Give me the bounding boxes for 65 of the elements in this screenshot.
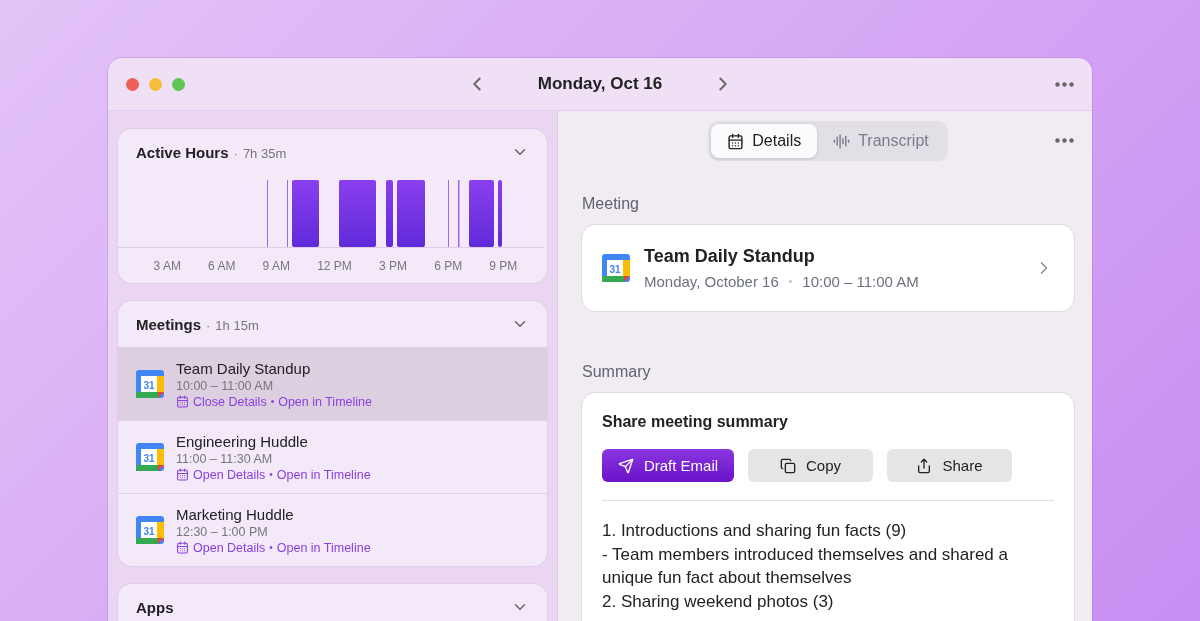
window-title: Monday, Oct 16 xyxy=(537,74,663,94)
share-icon xyxy=(916,457,933,474)
more-button[interactable] xyxy=(1055,138,1074,143)
calendar-icon xyxy=(176,541,189,554)
separator-dot: • xyxy=(269,542,273,553)
axis-label: 3 PM xyxy=(378,259,407,273)
meeting-item[interactable]: 31 Engineering Huddle 11:00 – 11:30 AM Open Details • Open in Timeline xyxy=(118,420,547,493)
calendar-icon xyxy=(176,468,189,481)
meeting-title: Team Daily Standup xyxy=(176,359,312,377)
calendar-app-icon: 31 xyxy=(136,443,164,471)
details-link[interactable]: Close Details xyxy=(193,394,267,409)
meeting-time: 12:30 – 1:00 PM xyxy=(176,524,269,539)
calendar-app-icon: 31 xyxy=(136,516,164,544)
section-total: 7h 35m xyxy=(242,145,287,161)
summary-line: 1. Introductions and sharing fun facts (9) xyxy=(602,520,908,542)
more-button[interactable] xyxy=(1055,81,1074,87)
meeting-title: Engineering Huddle xyxy=(176,432,309,450)
separator-dot: · xyxy=(233,145,238,161)
axis-label: 6 PM xyxy=(434,259,463,273)
send-icon xyxy=(617,457,634,474)
waveform-icon xyxy=(833,132,851,150)
email-button[interactable]: Draft Email xyxy=(602,449,734,482)
axis-label: 12 PM xyxy=(317,259,352,273)
timeline-link[interactable]: Open in Timeline xyxy=(278,394,372,409)
separator-dot: · xyxy=(206,317,211,333)
axis-label: 6 AM xyxy=(208,259,236,273)
share-button[interactable]: Share xyxy=(887,449,1012,482)
separator-dot: • xyxy=(270,396,275,407)
meeting-title: Marketing Huddle xyxy=(176,505,295,523)
summary-line: 2. Sharing weekend photos (3) xyxy=(602,590,835,613)
separator-dot: • xyxy=(788,276,793,287)
view-tab[interactable]: Details xyxy=(711,124,818,158)
copy-icon xyxy=(780,457,796,474)
meeting-time: 10:00 – 11:00 AM xyxy=(176,378,275,393)
meeting-title: Team Daily Standup xyxy=(644,246,816,267)
calendar-app-icon: 31 xyxy=(602,254,630,282)
details-link[interactable]: Open Details xyxy=(193,467,266,482)
meeting-time: 11:00 – 11:30 AM xyxy=(176,451,274,466)
summary-line: - Team members introduced themselves and shared a unique fun fact about themselves xyxy=(602,543,1009,589)
meeting-item[interactable]: 31 Team Daily Standup 10:00 – 11:00 AM Close Details • Open in Timeline xyxy=(118,347,547,420)
calendar-app-icon: 31 xyxy=(136,370,164,398)
close-button[interactable] xyxy=(126,77,139,91)
timeline-link[interactable]: Open in Timeline xyxy=(276,540,371,555)
copy-button[interactable]: Copy xyxy=(748,449,873,482)
timeline-link[interactable]: Open in Timeline xyxy=(276,467,371,482)
meeting-item[interactable]: 31 Marketing Huddle 12:30 – 1:00 PM Open Details • Open in Timeline xyxy=(118,493,547,566)
calendar-icon xyxy=(727,132,745,150)
separator-dot: • xyxy=(269,469,273,480)
section-heading: Summary xyxy=(582,363,652,381)
meeting-card[interactable]: 31 Team Daily Standup Monday, October 16 • 10:00 – 11:00 AM xyxy=(582,225,1074,311)
more-icon xyxy=(1055,81,1074,87)
section-title: Meetings xyxy=(136,315,201,333)
section-title: Apps xyxy=(136,598,174,616)
section-total: 1h 15m xyxy=(215,317,259,333)
meeting-time: 10:00 – 11:00 AM xyxy=(802,273,919,290)
details-link[interactable]: Open Details xyxy=(193,540,266,555)
more-icon xyxy=(1055,138,1074,143)
section-title: Active Hours xyxy=(136,143,229,161)
section-heading: Meeting xyxy=(582,195,640,213)
axis-label: 3 AM xyxy=(153,259,181,273)
calendar-icon xyxy=(176,395,189,408)
axis-label: 9 PM xyxy=(489,259,518,273)
axis-label: 9 AM xyxy=(262,259,290,273)
meeting-date: Monday, October 16 xyxy=(644,273,779,290)
summary-title: Share meeting summary xyxy=(602,413,789,431)
